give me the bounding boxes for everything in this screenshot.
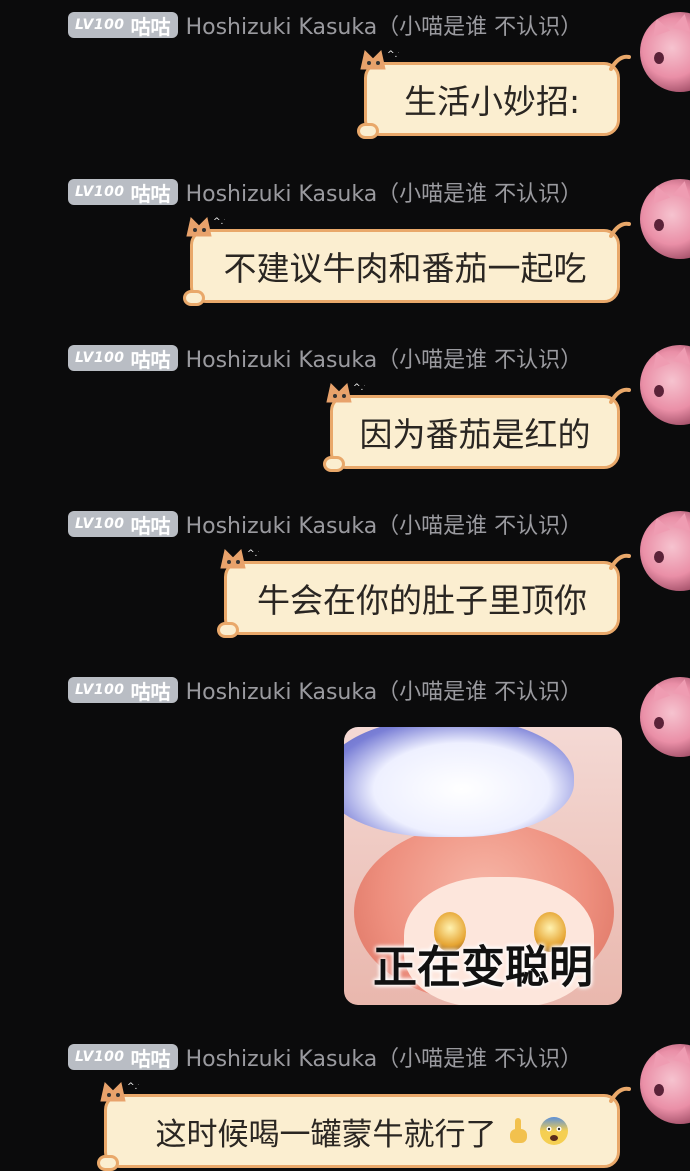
level-text: LV100 — [75, 682, 125, 698]
sticker-caption: 正在变聪明 — [373, 942, 593, 993]
level-badge[interactable]: LV100 咕咕 — [68, 12, 178, 39]
message-text: 这时候喝一罐蒙牛就行了 — [155, 1116, 497, 1153]
avatar-ear — [672, 179, 690, 199]
avatar-ear — [672, 345, 690, 365]
member-title: 咕咕 — [130, 347, 171, 372]
message-header: LV100 咕咕 Hoshizuki Kasuka（小喵是谁 不认识） — [68, 177, 582, 207]
message-bubble[interactable]: ^.^ 这时候喝一罐蒙牛就行了 — [97, 1082, 631, 1171]
sender-nickname[interactable]: Hoshizuki Kasuka（小喵是谁 不认识） — [186, 9, 583, 41]
avatar-eye — [654, 551, 664, 563]
svg-text:^.^: ^.^ — [247, 549, 259, 559]
message-text: 牛会在你的肚子里顶你 — [257, 581, 587, 620]
member-title: 咕咕 — [130, 181, 171, 206]
member-title: 咕咕 — [130, 513, 171, 538]
message-header: LV100 咕咕 Hoshizuki Kasuka（小喵是谁 不认识） — [68, 10, 582, 40]
level-badge[interactable]: LV100 咕咕 — [68, 345, 178, 372]
avatar-eye — [654, 385, 664, 397]
sender-nickname[interactable]: Hoshizuki Kasuka（小喵是谁 不认识） — [186, 508, 583, 540]
cat-tail-icon — [609, 1086, 631, 1103]
avatar-ear — [672, 677, 690, 697]
sender-avatar[interactable] — [640, 511, 690, 591]
svg-text:^.^: ^.^ — [213, 217, 225, 227]
avatar-ear — [647, 514, 671, 536]
message-bubble[interactable]: ^.^ 因为番茄是红的 — [323, 383, 631, 472]
cat-paw — [323, 456, 345, 472]
avatar-ear — [647, 348, 671, 370]
cat-face-icon: ^.^ — [360, 50, 399, 70]
level-badge[interactable]: LV100 咕咕 — [68, 511, 178, 538]
message-header: LV100 咕咕 Hoshizuki Kasuka（小喵是谁 不认识） — [68, 1042, 582, 1072]
message-text: 生活小妙招: — [403, 82, 581, 121]
member-title: 咕咕 — [130, 14, 171, 39]
svg-text:^.^: ^.^ — [127, 1082, 139, 1092]
cat-face-icon: ^.^ — [326, 383, 365, 403]
sender-avatar[interactable] — [640, 179, 690, 259]
cat-paw — [357, 123, 379, 139]
level-badge[interactable]: LV100 咕咕 — [68, 1044, 178, 1071]
message-header: LV100 咕咕 Hoshizuki Kasuka（小喵是谁 不认识） — [68, 509, 582, 539]
sticker-hat — [344, 727, 574, 837]
avatar-ear — [672, 511, 690, 531]
level-badge[interactable]: LV100 咕咕 — [68, 179, 178, 206]
avatar-ear — [672, 1044, 690, 1064]
level-text: LV100 — [75, 516, 125, 532]
cat-face-icon: ^.^ — [220, 549, 259, 569]
sender-avatar[interactable] — [640, 345, 690, 425]
cat-tail-icon — [609, 221, 631, 238]
message-text: 因为番茄是红的 — [359, 415, 591, 454]
level-text: LV100 — [75, 17, 125, 33]
message-bubble[interactable]: ^.^ 牛会在你的肚子里顶你 — [217, 549, 631, 638]
sender-nickname[interactable]: Hoshizuki Kasuka（小喵是谁 不认识） — [186, 1041, 583, 1073]
cat-tail-icon — [609, 553, 631, 570]
pointing-up-icon — [509, 1118, 527, 1143]
level-text: LV100 — [75, 350, 125, 366]
avatar-eye — [654, 717, 664, 729]
message-text: 不建议牛肉和番茄一起吃 — [223, 249, 587, 288]
avatar-ear — [647, 1047, 671, 1069]
sender-avatar[interactable] — [640, 12, 690, 92]
avatar-eye — [654, 1084, 664, 1096]
sender-avatar[interactable] — [640, 1044, 690, 1124]
sender-nickname[interactable]: Hoshizuki Kasuka（小喵是谁 不认识） — [186, 342, 583, 374]
member-title: 咕咕 — [130, 679, 171, 704]
svg-text:^.^: ^.^ — [387, 50, 399, 60]
message-header: LV100 咕咕 Hoshizuki Kasuka（小喵是谁 不认识） — [68, 675, 582, 705]
cat-paw — [97, 1155, 119, 1171]
sender-nickname[interactable]: Hoshizuki Kasuka（小喵是谁 不认识） — [186, 176, 583, 208]
sender-avatar[interactable] — [640, 677, 690, 757]
message-bubble[interactable]: ^.^ 生活小妙招: — [357, 50, 631, 139]
cat-tail-icon — [609, 387, 631, 404]
level-text: LV100 — [75, 184, 125, 200]
avatar-ear — [647, 680, 671, 702]
sticker-image[interactable]: 正在变聪明 — [344, 727, 622, 1005]
cat-tail-icon — [609, 54, 631, 71]
cat-paw — [217, 622, 239, 638]
avatar-ear — [647, 182, 671, 204]
sender-nickname[interactable]: Hoshizuki Kasuka（小喵是谁 不认识） — [186, 674, 583, 706]
level-text: LV100 — [75, 1049, 125, 1065]
message-header: LV100 咕咕 Hoshizuki Kasuka（小喵是谁 不认识） — [68, 343, 582, 373]
avatar-ear — [672, 12, 690, 32]
message-bubble[interactable]: ^.^ 不建议牛肉和番茄一起吃 — [183, 217, 631, 306]
level-badge[interactable]: LV100 咕咕 — [68, 677, 178, 704]
svg-text:^.^: ^.^ — [353, 383, 365, 393]
cat-face-icon: ^.^ — [186, 217, 225, 237]
avatar-ear — [647, 15, 671, 37]
cat-paw — [183, 290, 205, 306]
cat-face-icon: ^.^ — [100, 1082, 139, 1102]
avatar-eye — [654, 52, 664, 64]
fearful-face-icon — [539, 1117, 568, 1145]
member-title: 咕咕 — [130, 1046, 171, 1071]
avatar-eye — [654, 219, 664, 231]
